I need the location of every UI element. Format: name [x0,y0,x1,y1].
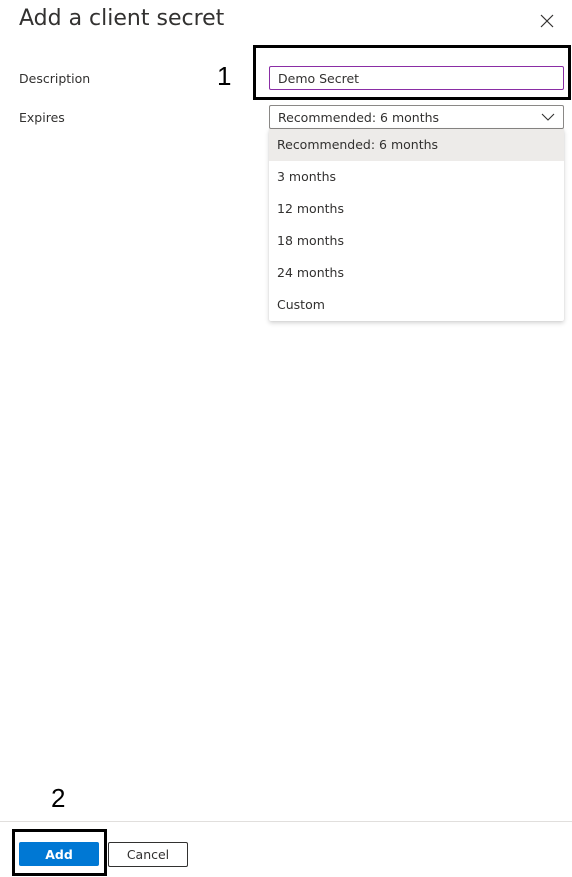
annotation-step-2: 2 [51,783,66,813]
annotation-step-1: 1 [217,61,232,91]
expires-option[interactable]: 24 months [269,257,564,289]
expires-option[interactable]: 12 months [269,193,564,225]
description-input[interactable] [269,66,564,90]
close-button[interactable] [538,12,556,30]
expires-option[interactable]: 18 months [269,225,564,257]
expires-option[interactable]: Custom [269,289,564,321]
close-icon [540,14,554,28]
add-button[interactable]: Add [19,842,99,866]
footer-divider [0,821,572,822]
expires-option[interactable]: 3 months [269,161,564,193]
expires-select[interactable]: Recommended: 6 months [269,105,564,129]
panel-title: Add a client secret [19,6,225,31]
description-label: Description [19,71,91,86]
cancel-button[interactable]: Cancel [108,842,188,867]
expires-option[interactable]: Recommended: 6 months [269,129,564,161]
expires-selected-value: Recommended: 6 months [278,110,440,125]
chevron-down-icon [541,113,555,121]
expires-label: Expires [19,110,65,125]
expires-dropdown-list: Recommended: 6 months 3 months 12 months… [269,129,564,321]
